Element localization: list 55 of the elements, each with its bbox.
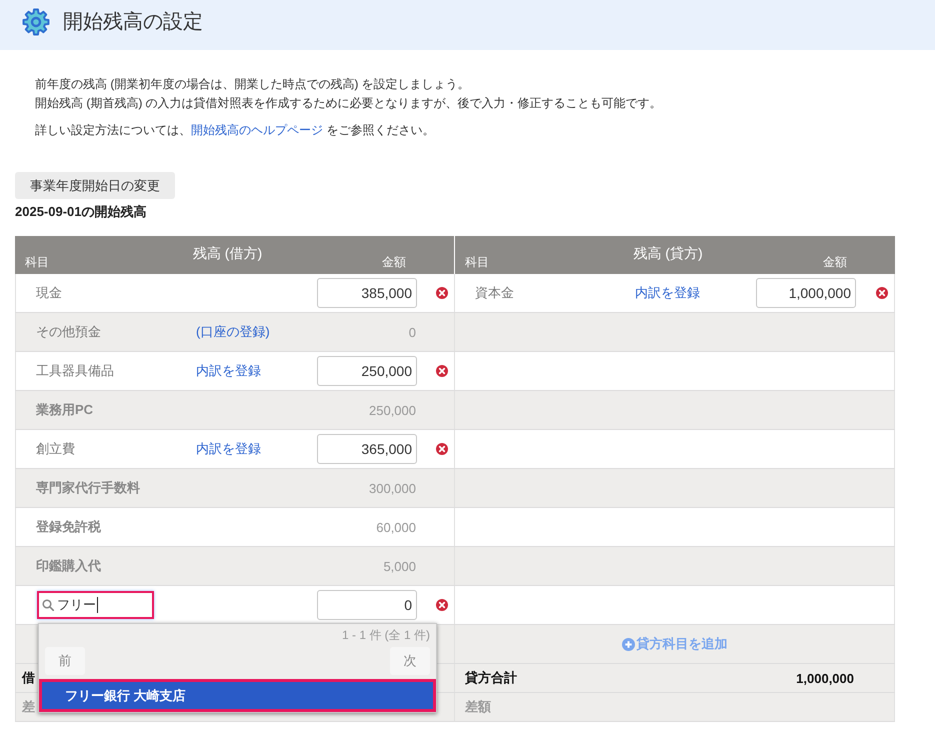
column-header: 科目	[25, 254, 50, 271]
delete-icon[interactable]	[436, 287, 448, 299]
register-breakdown-link[interactable]: 内訳を登録	[196, 440, 261, 458]
search-icon	[42, 599, 54, 611]
delete-icon[interactable]	[876, 287, 888, 299]
delete-icon[interactable]	[436, 443, 448, 455]
column-header: 金額	[382, 254, 406, 271]
help-link[interactable]: 開始残高のヘルプページ	[191, 123, 323, 137]
register-account-link[interactable]: (口座の登録)	[196, 323, 270, 341]
account-name: 工具器具備品	[36, 362, 114, 380]
intro-text: 開始残高 (期首残高) の入力は貸借対照表を作成するために必要となりますが、後で入力・修正することも可能です。	[35, 95, 663, 112]
amount-input[interactable]: 385,000	[317, 278, 417, 308]
register-breakdown-link[interactable]: 内訳を登録	[196, 362, 261, 380]
total-label: 借	[22, 669, 35, 687]
register-breakdown-link[interactable]: 内訳を登録	[635, 284, 700, 302]
intro-text: 前年度の残高 (開業初年度の場合は、開業した時点での残高) を設定しましょう。	[35, 76, 471, 93]
next-button[interactable]: 次	[390, 647, 430, 675]
amount-text: 250,000	[369, 402, 417, 418]
sub-account-name: 業務用PC	[36, 401, 94, 419]
total-label: 差	[22, 698, 35, 716]
change-fiscal-start-button[interactable]: 事業年度開始日の変更	[15, 172, 175, 199]
sub-account-name: 印鑑購入代	[36, 557, 101, 575]
amount-text: 60,000	[376, 520, 417, 534]
amount-input[interactable]: 365,000	[317, 434, 417, 464]
account-name: 創立費	[36, 440, 75, 458]
column-group-header: 残高 (貸方)	[633, 245, 703, 263]
search-field[interactable]: フリー	[37, 591, 154, 619]
previous-button[interactable]: 前	[45, 647, 85, 675]
column-header: 金額	[823, 254, 847, 271]
total-label: 貸方合計	[464, 669, 517, 687]
help-text: 詳しい設定方法については、開始残高のヘルプページ をご参照ください。	[35, 122, 436, 139]
sub-account-name: 登録免許税	[36, 518, 101, 536]
delete-icon[interactable]	[436, 599, 448, 611]
total-amount: 1,000,000	[796, 670, 854, 686]
amount-input[interactable]: 1,000,000	[756, 278, 856, 308]
sub-account-name: 専門家代行手数料	[36, 479, 140, 497]
column-header: 科目	[465, 254, 490, 271]
gear-icon	[22, 8, 50, 36]
text-cursor-icon	[97, 597, 98, 613]
delete-icon[interactable]	[436, 365, 448, 377]
amount-input[interactable]: 250,000	[317, 356, 417, 386]
amount-text: 300,000	[369, 480, 417, 496]
account-name: 現金	[36, 284, 62, 302]
add-icon	[622, 638, 634, 650]
account-name: 資本金	[475, 284, 514, 302]
column-group-header: 残高 (借方)	[192, 245, 262, 263]
page-title: 開始残高の設定	[63, 10, 203, 35]
amount-text: 0	[408, 324, 417, 340]
result-count: 1 - 1 件 (全 1 件)	[340, 627, 431, 643]
amount-input[interactable]: 0	[317, 590, 417, 620]
dropdown-option[interactable]: フリー銀行 大崎支店	[39, 679, 436, 712]
total-label: 差額	[464, 698, 491, 716]
section-title: 2025-09-01の開始残高	[15, 203, 146, 221]
amount-text: 5,000	[383, 558, 417, 574]
account-name: その他預金	[36, 323, 101, 341]
